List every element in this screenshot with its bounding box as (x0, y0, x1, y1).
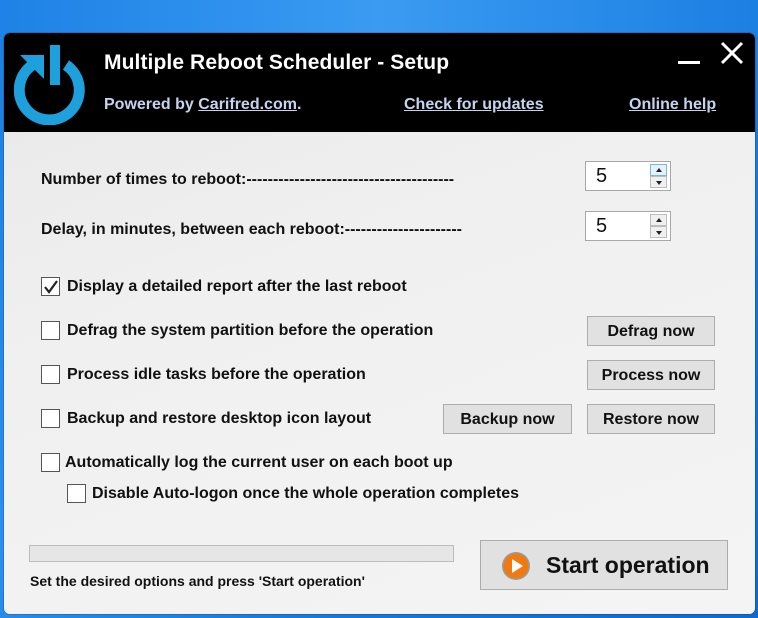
idle-tasks-checkbox[interactable] (41, 365, 60, 384)
powered-by-suffix: . (296, 96, 302, 113)
arrow-up-icon (656, 218, 662, 222)
disable-auto-logon-label: Disable Auto-logon once the whole operat… (92, 485, 519, 502)
process-now-button[interactable]: Process now (587, 360, 715, 390)
minimize-icon (678, 61, 700, 64)
start-operation-button[interactable]: Start operation (480, 540, 728, 590)
delay-label: Delay, in minutes, between each reboot:-… (41, 221, 462, 238)
auto-logon-checkbox[interactable] (41, 453, 60, 472)
carifred-link[interactable]: Carifred.com (198, 96, 297, 113)
reboot-count-label: Number of times to reboot:--------------… (41, 171, 455, 188)
close-icon[interactable] (718, 39, 746, 67)
arrow-down-icon (656, 231, 662, 235)
powered-by: Powered by Carifred.com. (104, 96, 301, 114)
app-window: Multiple Reboot Scheduler - Setup Powere… (4, 33, 755, 614)
delay-spinner[interactable]: 5 (585, 211, 671, 241)
window-header: Multiple Reboot Scheduler - Setup Powere… (4, 33, 755, 132)
minimize-button[interactable] (672, 43, 706, 73)
delay-value[interactable]: 5 (596, 215, 607, 238)
report-checkbox[interactable] (41, 277, 60, 296)
backup-now-button[interactable]: Backup now (443, 404, 572, 434)
reboot-count-decrement[interactable] (650, 176, 667, 188)
defrag-now-button[interactable]: Defrag now (587, 316, 715, 346)
report-label: Display a detailed report after the last… (67, 278, 407, 295)
reboot-count-value[interactable]: 5 (596, 165, 607, 188)
settings-panel: Number of times to reboot:--------------… (4, 132, 755, 614)
restore-now-button[interactable]: Restore now (587, 404, 715, 434)
icon-layout-label: Backup and restore desktop icon layout (67, 410, 372, 427)
power-restart-icon (14, 45, 85, 125)
idle-tasks-label: Process idle tasks before the operation (67, 366, 366, 383)
check-updates-link[interactable]: Check for updates (404, 96, 544, 114)
start-operation-label: Start operation (546, 552, 710, 578)
disable-auto-logon-checkbox[interactable] (67, 484, 86, 503)
defrag-label: Defrag the system partition before the o… (67, 322, 434, 339)
powered-by-prefix: Powered by (104, 96, 199, 113)
status-text: Set the desired options and press 'Start… (30, 573, 365, 589)
auto-logon-label: Automatically log the current user on ea… (65, 454, 453, 471)
icon-layout-checkbox[interactable] (41, 409, 60, 428)
arrow-up-icon (656, 168, 662, 172)
online-help-link[interactable]: Online help (629, 96, 716, 114)
reboot-count-increment[interactable] (650, 164, 667, 176)
checkmark-icon (44, 280, 58, 294)
delay-increment[interactable] (650, 214, 667, 226)
play-icon (502, 552, 530, 580)
reboot-count-spinner[interactable]: 5 (585, 161, 671, 191)
progress-bar (29, 545, 454, 562)
app-title: Multiple Reboot Scheduler - Setup (104, 51, 450, 74)
delay-decrement[interactable] (650, 226, 667, 238)
defrag-checkbox[interactable] (41, 321, 60, 340)
arrow-down-icon (656, 181, 662, 185)
